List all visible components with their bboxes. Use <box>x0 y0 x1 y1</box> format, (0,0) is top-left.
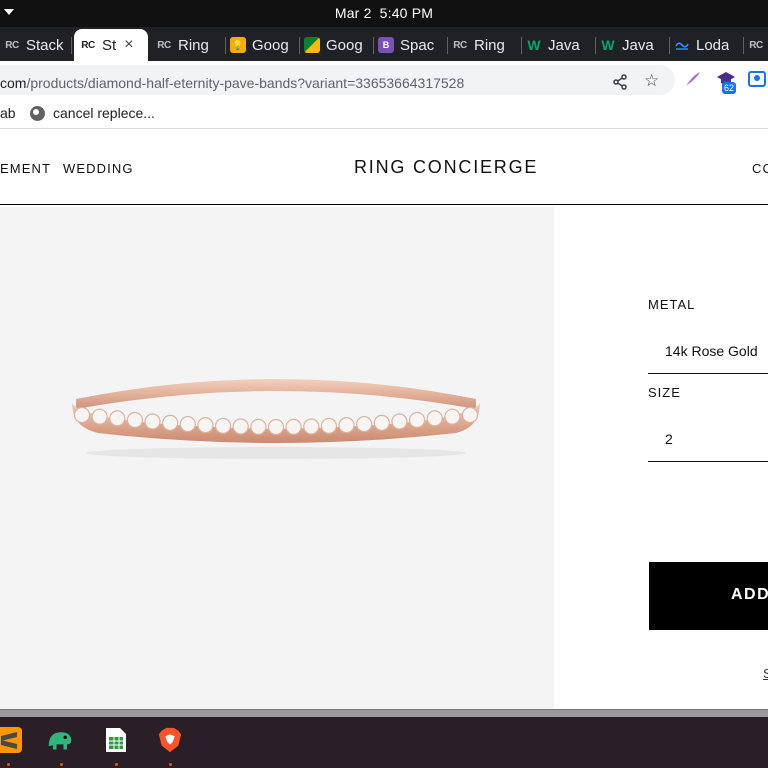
diamond-stone <box>197 416 214 434</box>
system-top-bar: Mar 2 5:40 PM <box>0 0 768 27</box>
diamond-stone <box>250 418 267 435</box>
ring-image <box>72 379 480 459</box>
tab-java-1[interactable]: W Java <box>526 29 596 61</box>
ring-concierge-favicon-icon: RC <box>5 39 19 51</box>
diamond-stone <box>267 418 285 436</box>
ring-concierge-favicon-icon: RC <box>81 39 95 51</box>
tab-title: Java <box>548 36 580 54</box>
tab-title: Spac <box>400 36 435 54</box>
tab-strip: RC Stack RC St × RC Ring 💡 Goog Goog B S… <box>0 27 768 61</box>
size-label: SIZE <box>648 385 681 400</box>
google-meet-icon <box>304 37 320 53</box>
tab-ring-2[interactable]: RC Ring <box>452 29 522 61</box>
metal-select[interactable]: 14k Rose Gold <box>648 328 768 374</box>
add-to-cart-button[interactable]: ADD <box>649 562 768 630</box>
diamond-stone <box>426 410 443 427</box>
nav-right-link[interactable]: CC <box>752 161 768 176</box>
bookmark-item[interactable]: cancel replece... <box>53 105 155 121</box>
url-path: /products/diamond-half-eternity-pave-ban… <box>26 75 465 91</box>
product-image[interactable] <box>0 207 554 709</box>
globe-icon <box>30 106 45 121</box>
clock-date: Mar 2 <box>334 5 372 21</box>
ring-concierge-favicon-icon: RC <box>453 39 467 51</box>
lodash-icon <box>674 37 690 53</box>
tab-lodash[interactable]: Loda <box>674 29 744 61</box>
diamond-stone <box>285 418 302 435</box>
clock-time: 5:40 PM <box>379 5 434 21</box>
diamond-stone <box>91 408 108 425</box>
diamond-stone <box>144 413 161 430</box>
tab-active[interactable]: RC St × <box>74 29 148 61</box>
diamond-stone <box>232 418 249 435</box>
ring-concierge-favicon-icon: RC <box>749 39 763 51</box>
screen-capture-extension-icon[interactable] <box>748 71 766 87</box>
size-guide-link[interactable]: S <box>763 666 768 681</box>
diamond-stone <box>214 417 232 435</box>
tab-google-meet[interactable]: Goog <box>304 29 374 61</box>
brand-logo[interactable]: RING CONCIERGE <box>354 157 538 178</box>
address-bar: com/products/diamond-half-eternity-pave-… <box>0 61 768 99</box>
sublime-text-icon[interactable] <box>0 727 22 753</box>
diamond-stone <box>338 416 355 434</box>
size-select[interactable]: 2 <box>648 416 768 462</box>
bootstrap-icon: B <box>378 37 394 53</box>
bookmarks-bar: ab cancel replece... <box>0 99 768 129</box>
close-tab-icon[interactable]: × <box>124 36 133 54</box>
brave-browser-icon[interactable] <box>157 727 183 753</box>
tab-google-keep[interactable]: 💡 Goog <box>230 29 300 61</box>
horizontal-scrollbar[interactable] <box>0 709 768 717</box>
tab-ring-3[interactable]: RC <box>748 29 768 61</box>
url-domain: com <box>0 75 27 91</box>
taskbar-dock <box>0 717 768 768</box>
tab-title: Goog <box>326 36 363 54</box>
diamond-stone <box>303 418 320 435</box>
nav-engagement-link[interactable]: EMENT <box>0 161 51 176</box>
extension-badge: 62 <box>722 82 737 94</box>
product-options-panel: METAL 14k Rose Gold SIZE 2 ADD S <box>554 207 768 709</box>
diamond-stone <box>391 413 408 430</box>
diamond-stone <box>109 410 126 427</box>
nav-wedding-link[interactable]: WEDDING <box>63 161 134 176</box>
omnibox[interactable]: com/products/diamond-half-eternity-pave-… <box>0 65 675 95</box>
tab-title: Stack <box>26 36 64 54</box>
google-keep-icon: 💡 <box>230 37 246 53</box>
tab-title: Java <box>622 36 654 54</box>
ring-concierge-favicon-icon: RC <box>157 39 171 51</box>
spreadsheet-icon[interactable] <box>103 727 129 753</box>
metal-label: METAL <box>648 297 696 312</box>
diamond-stone <box>320 417 338 435</box>
tab-title: St <box>102 36 117 54</box>
metal-value: 14k Rose Gold <box>665 343 758 359</box>
diamond-stone <box>444 408 461 425</box>
tab-title: Ring <box>178 36 209 54</box>
tab-stack[interactable]: RC Stack <box>4 29 72 61</box>
share-icon[interactable] <box>612 74 628 95</box>
diamond-stone <box>179 415 196 433</box>
tab-ring[interactable]: RC Ring <box>156 29 226 61</box>
diamond-stone <box>408 411 426 429</box>
bookmark-star-icon[interactable]: ☆ <box>644 71 659 91</box>
w3schools-icon: W <box>601 37 615 53</box>
diamond-stone <box>373 414 390 431</box>
quill-extension-icon[interactable] <box>684 70 702 88</box>
size-value: 2 <box>665 431 673 447</box>
clock[interactable]: Mar 2 5:40 PM <box>0 5 768 21</box>
diamond-stone <box>126 411 144 429</box>
diamond-stone <box>73 406 91 424</box>
tab-title: Ring <box>474 36 505 54</box>
tab-title: Loda <box>696 36 730 54</box>
tab-title: Goog <box>252 36 289 54</box>
url-text[interactable]: com/products/diamond-half-eternity-pave-… <box>0 75 464 91</box>
diamond-stone <box>356 415 373 433</box>
tab-bootstrap[interactable]: B Spac <box>378 29 448 61</box>
chameleon-icon[interactable] <box>47 727 73 753</box>
add-button-label: ADD <box>731 586 768 603</box>
diamond-stone <box>162 414 179 431</box>
w3schools-icon: W <box>527 37 541 53</box>
site-header: EMENT WEDDING RING CONCIERGE CC <box>0 131 768 205</box>
tab-java-2[interactable]: W Java <box>600 29 670 61</box>
bookmark-item[interactable]: ab <box>0 105 16 121</box>
diamond-stone <box>461 406 479 424</box>
